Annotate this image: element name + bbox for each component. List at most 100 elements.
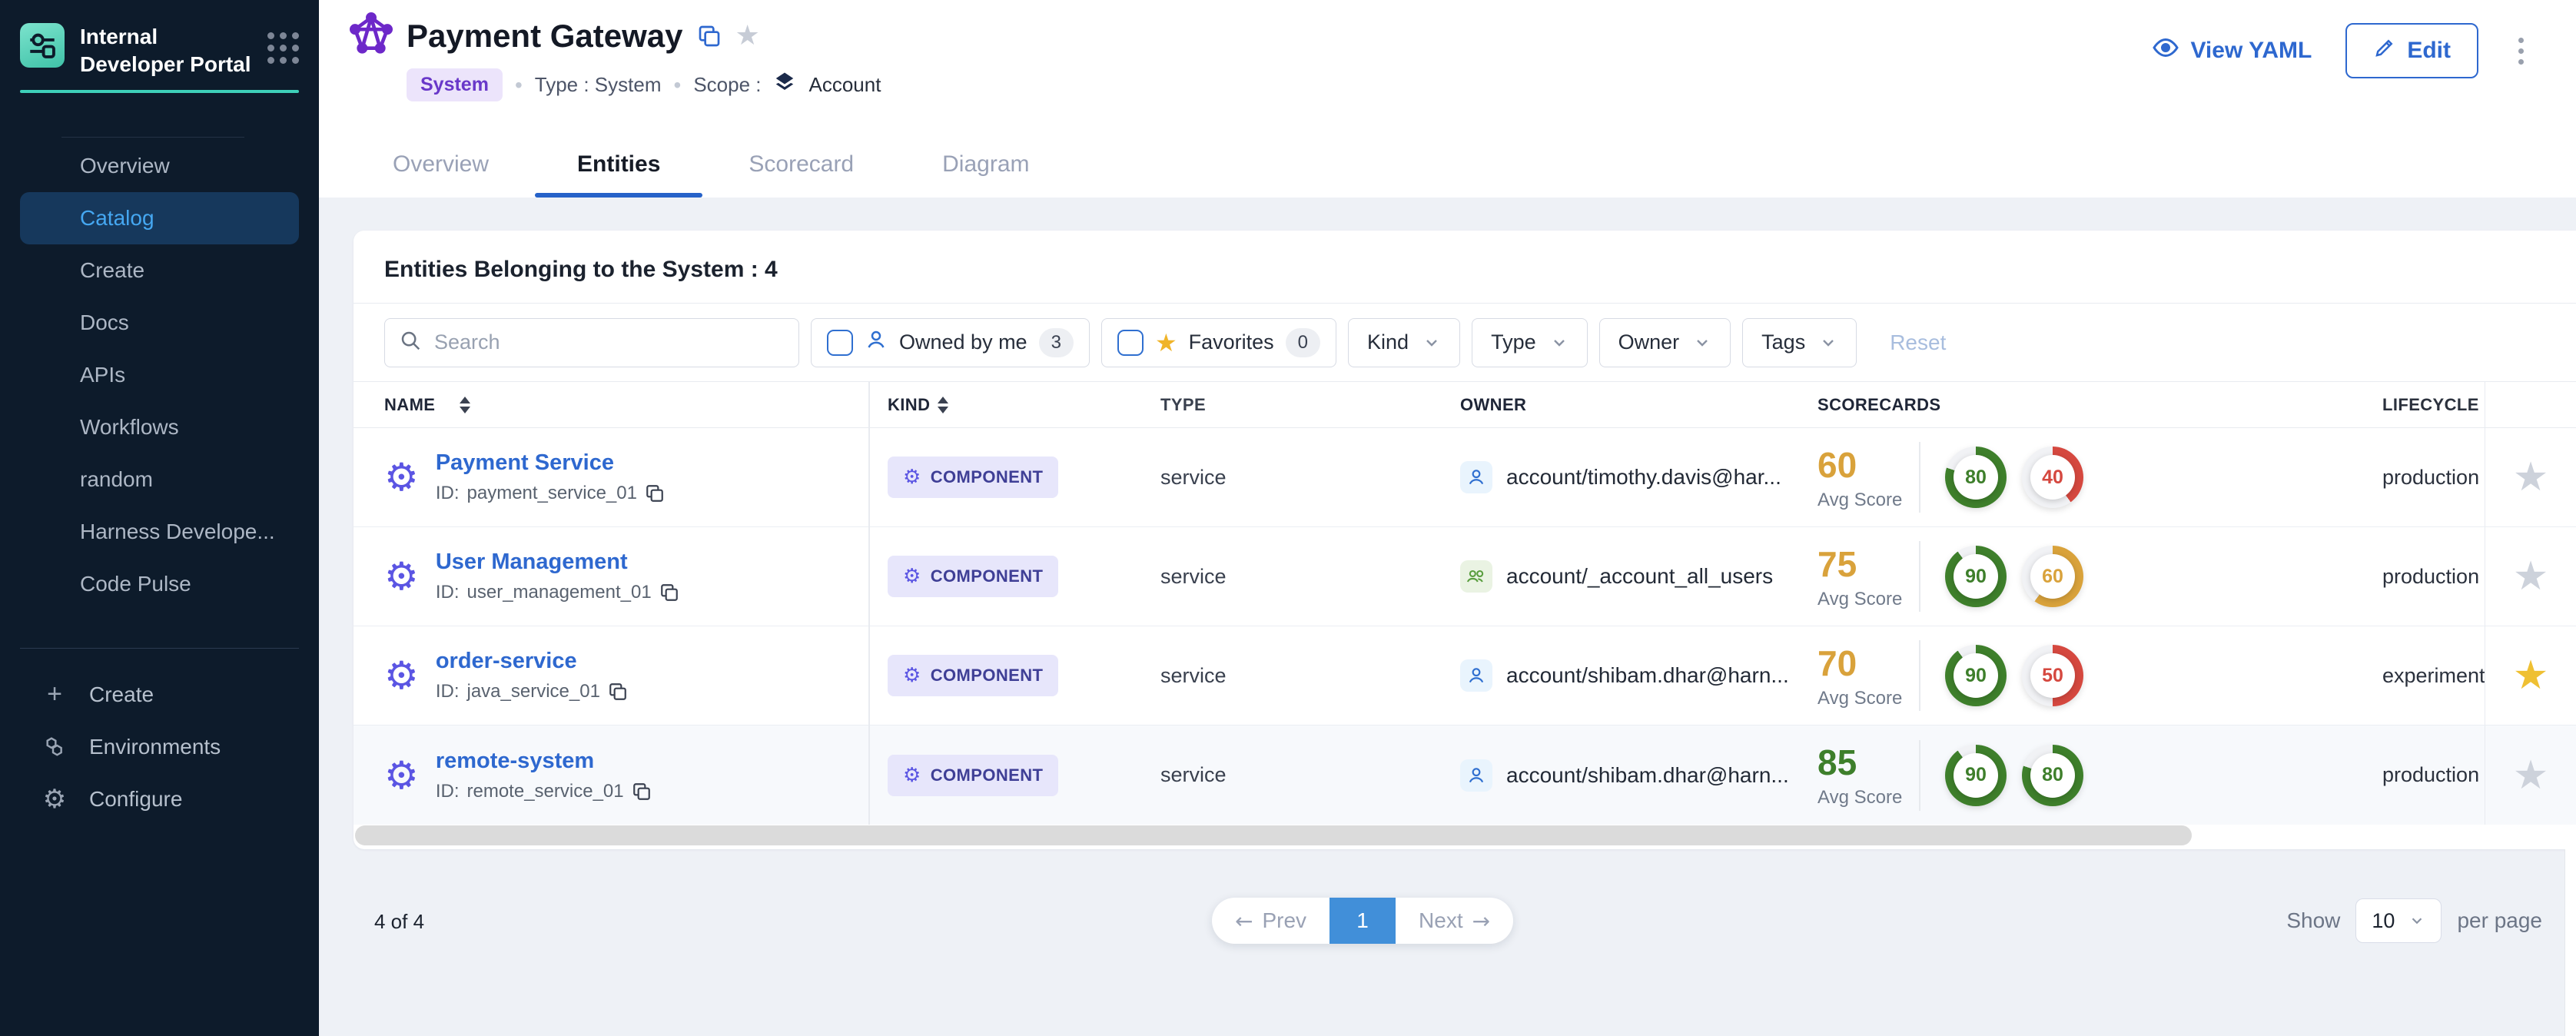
tab-bar: Overview Entities Scorecard Diagram — [385, 151, 1037, 198]
tab-diagram[interactable]: Diagram — [934, 151, 1037, 198]
copy-id-icon[interactable] — [659, 583, 679, 603]
account-scope-icon — [773, 71, 796, 99]
entities-heading: Entities Belonging to the System : 4 — [354, 231, 2576, 304]
owner-dropdown[interactable]: Owner — [1599, 318, 1731, 367]
owned-by-me-filter[interactable]: Owned by me 3 — [811, 318, 1090, 367]
sidebar-item-apis[interactable]: APIs — [20, 349, 299, 401]
edit-button[interactable]: Edit — [2345, 23, 2478, 78]
owner-user-icon — [1460, 461, 1492, 493]
sidebar-item-configure[interactable]: ⚙ Configure — [0, 773, 319, 825]
prev-page-button[interactable]: ← Prev — [1212, 898, 1329, 944]
avg-score: 85 Avg Score — [1817, 742, 1919, 809]
view-yaml-button[interactable]: View YAML — [2152, 34, 2312, 68]
favorites-checkbox[interactable] — [1117, 330, 1144, 356]
app-switcher-icon[interactable] — [267, 32, 299, 64]
component-kind-chip: ⚙ COMPONENT — [888, 457, 1058, 498]
page-scrollbar-gutter[interactable] — [2564, 849, 2576, 1036]
sidebar-item-overview[interactable]: Overview — [20, 140, 299, 192]
table-body: ⚙ Payment Service ID:payment_service_01 … — [354, 428, 2576, 825]
favorite-star-icon[interactable]: ★ — [2513, 656, 2549, 696]
score-gauge: 90 — [1945, 546, 2007, 607]
chevron-down-icon — [1422, 334, 1441, 352]
column-header-name[interactable]: NAME — [354, 395, 868, 415]
tab-scorecard[interactable]: Scorecard — [741, 151, 861, 198]
favorite-star-icon[interactable]: ★ — [2513, 556, 2549, 596]
filter-bar: Owned by me 3 ★ Favorites 0 Kind — [354, 304, 2576, 382]
page-header: Payment Gateway ★ System • Type : System… — [319, 0, 2576, 198]
owned-by-me-checkbox[interactable] — [827, 330, 853, 356]
score-gauges: 9080 — [1945, 745, 2083, 806]
horizontal-scrollbar[interactable] — [355, 825, 2192, 845]
favorite-title-star-icon[interactable]: ★ — [735, 22, 760, 50]
score-gauge: 60 — [2022, 546, 2083, 607]
sidebar-item-environments[interactable]: Environments — [0, 721, 319, 773]
entity-gear-icon: ⚙ — [384, 557, 419, 596]
copy-id-icon[interactable] — [645, 483, 665, 503]
page-size-select[interactable]: 10 — [2355, 898, 2442, 943]
scorecards-cell: 75 Avg Score 9060 — [1817, 541, 2382, 612]
sidebar-item-catalog[interactable]: Catalog — [20, 192, 299, 244]
score-divider — [1919, 541, 1920, 612]
lifecycle-cell: production — [2382, 565, 2485, 589]
score-gauge: 80 — [1945, 447, 2007, 508]
copy-title-icon[interactable] — [697, 24, 722, 48]
sidebar-item-workflows[interactable]: Workflows — [20, 401, 299, 453]
entity-name-link[interactable]: order-service — [436, 649, 577, 673]
tab-overview[interactable]: Overview — [385, 151, 496, 198]
score-gauge: 50 — [2022, 645, 2083, 706]
name-cell: ⚙ User Management ID:user_management_01 — [354, 550, 868, 603]
chevron-down-icon — [1693, 334, 1711, 352]
sidebar-item-docs[interactable]: Docs — [20, 297, 299, 349]
favorites-count-badge: 0 — [1286, 328, 1320, 357]
component-kind-chip: ⚙ COMPONENT — [888, 755, 1058, 796]
entity-name-link[interactable]: Payment Service — [436, 450, 614, 475]
main-area: Payment Gateway ★ System • Type : System… — [319, 0, 2576, 1036]
entity-name-link[interactable]: remote-system — [436, 749, 594, 773]
gear-icon: ⚙ — [903, 565, 921, 588]
kind-cell: ⚙ COMPONENT — [868, 556, 1160, 597]
table-row: ⚙ remote-system ID:remote_service_01 ⚙ C… — [354, 726, 2576, 825]
person-icon — [865, 328, 888, 357]
favorites-filter[interactable]: ★ Favorites 0 — [1101, 318, 1336, 367]
reset-filters-button[interactable]: Reset — [1890, 330, 1946, 355]
column-header-kind[interactable]: KIND — [868, 395, 1160, 415]
favorite-star-icon[interactable]: ★ — [2513, 457, 2549, 497]
scorecards-cell: 70 Avg Score 9050 — [1817, 640, 2382, 711]
scorecards-cell: 85 Avg Score 9080 — [1817, 740, 2382, 811]
column-header-owner: OWNER — [1460, 395, 1817, 415]
favorite-star-icon[interactable]: ★ — [2513, 755, 2549, 795]
name-cell: ⚙ remote-system ID:remote_service_01 — [354, 749, 868, 802]
owner-cell: account/shibam.dhar@harn... — [1460, 659, 1817, 692]
copy-id-icon[interactable] — [608, 682, 628, 702]
portal-title: Internal Developer Portal — [80, 23, 253, 79]
sidebar-item-harness-develope-[interactable]: Harness Develope... — [20, 506, 299, 558]
lifecycle-cell: production — [2382, 763, 2485, 787]
score-divider — [1919, 740, 1920, 811]
page-number-button[interactable]: 1 — [1329, 898, 1396, 944]
copy-id-icon[interactable] — [632, 782, 652, 802]
column-header-lifecycle: LIFECYCLE — [2382, 395, 2485, 415]
table-header-row: NAME KIND TYPE OWNER SCORECARDS LIFECYCL… — [354, 382, 2576, 428]
sidebar-item-code-pulse[interactable]: Code Pulse — [20, 558, 299, 610]
sidebar-bottom: + Create Environments ⚙ Configure — [0, 669, 319, 825]
tags-dropdown[interactable]: Tags — [1742, 318, 1857, 367]
component-kind-chip: ⚙ COMPONENT — [888, 556, 1058, 597]
tab-entities[interactable]: Entities — [569, 151, 668, 198]
entity-name-link[interactable]: User Management — [436, 550, 628, 574]
sidebar-item-random[interactable]: random — [20, 453, 299, 506]
column-header-favorite — [2485, 382, 2576, 427]
next-page-button[interactable]: Next → — [1396, 898, 1513, 944]
owner-user-icon — [1460, 659, 1492, 692]
sidebar-item-create[interactable]: + Create — [0, 669, 319, 721]
sort-icon — [938, 397, 948, 413]
sidebar-bottom-divider — [20, 648, 299, 649]
entity-id: ID:payment_service_01 — [436, 483, 665, 504]
type-dropdown[interactable]: Type — [1472, 318, 1588, 367]
more-options-kebab-icon[interactable] — [2512, 32, 2530, 71]
search-input[interactable] — [434, 330, 785, 354]
kind-dropdown[interactable]: Kind — [1348, 318, 1460, 367]
gear-icon: ⚙ — [903, 466, 921, 489]
search-box — [384, 318, 799, 367]
score-gauges: 9050 — [1945, 645, 2083, 706]
sidebar-item-create[interactable]: Create — [20, 244, 299, 297]
